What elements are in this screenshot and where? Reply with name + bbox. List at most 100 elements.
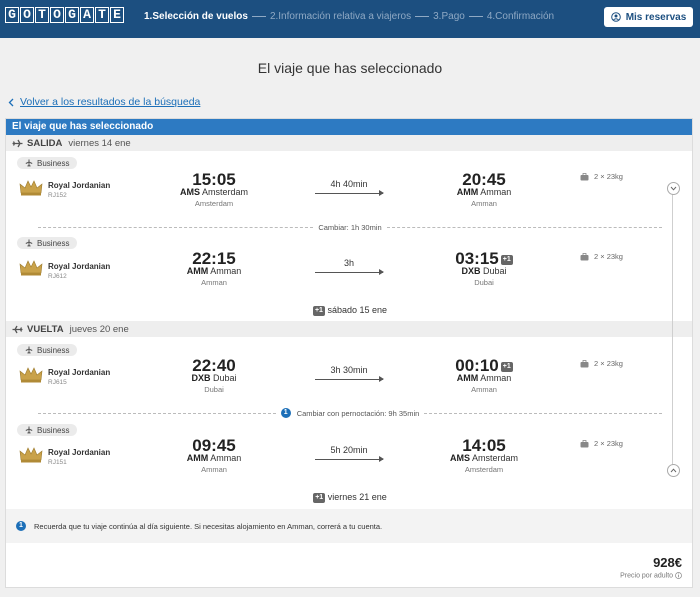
step-confirmation: 4.Confirmación — [486, 11, 555, 22]
departure-city: Amman — [201, 465, 227, 474]
logo-letter: T — [35, 7, 49, 23]
layover-text: Cambiar con pernoctación: 9h 35min — [296, 408, 420, 418]
divider-line — [38, 412, 276, 414]
flight-arrow — [315, 190, 384, 196]
airline-name: Royal Jordanian — [48, 181, 111, 190]
arrival-code: AMM — [456, 373, 479, 383]
my-bookings-button[interactable]: Mis reservas — [604, 7, 693, 27]
baggage-allowance: 2 × 23kg — [594, 359, 623, 368]
next-day-badge: +1 — [500, 361, 513, 372]
logo-letter: O — [20, 7, 34, 23]
my-bookings-label: Mis reservas — [625, 11, 687, 23]
logo-letter: A — [80, 7, 94, 23]
arrival-city: Amman — [471, 385, 497, 394]
arrival-city: Dubai — [474, 278, 494, 287]
suitcase-icon — [580, 439, 589, 447]
arrival-airport: AMM Amman — [424, 187, 544, 197]
arrival-date-text: sábado 15 ene — [327, 305, 388, 315]
departure-city: Dubai — [204, 385, 224, 394]
baggage-info: 2 × 23kg — [580, 439, 623, 448]
logo-letter: E — [110, 7, 124, 23]
arrival-code: AMS — [449, 453, 470, 463]
baggage-allowance: 2 × 23kg — [594, 252, 623, 261]
step-separator — [251, 16, 266, 17]
royal-jordanian-logo — [19, 367, 43, 383]
arrival-airport: AMS Amsterdam — [424, 453, 544, 463]
info-icon[interactable] — [675, 572, 682, 579]
flight-number: RJ151 — [48, 459, 67, 466]
step-separator — [415, 16, 430, 17]
flight-number: RJ612 — [48, 273, 67, 280]
flight-duration: 3h — [343, 258, 354, 268]
outbound-label: SALIDA — [27, 137, 63, 149]
baggage-allowance: 2 × 23kg — [594, 172, 623, 181]
next-day-badge: +1 — [313, 492, 326, 503]
baggage-info: 2 × 23kg — [580, 252, 623, 261]
departure-airport: AMM Amman — [154, 266, 274, 276]
page-title: El viaje que has seleccionado — [257, 60, 443, 76]
price-per-adult-label: Precio por adulto — [620, 572, 682, 579]
departure-airport: DXB Dubai — [154, 373, 274, 383]
baggage-allowance: 2 × 23kg — [594, 439, 623, 448]
next-day-badge: +1 — [312, 305, 325, 316]
scrollbar-track[interactable] — [672, 188, 673, 466]
flight-duration: 5h 20min — [330, 445, 368, 455]
flight-arrow — [315, 456, 384, 462]
plane-return-icon — [12, 325, 23, 333]
suitcase-icon — [580, 252, 589, 260]
departure-code: AMS — [179, 187, 200, 197]
baggage-info: 2 × 23kg — [580, 359, 623, 368]
step-flight-selection: 1.Selección de vuelos — [144, 11, 248, 22]
step-separator — [468, 16, 483, 17]
arrival-airport: AMM Amman — [424, 373, 544, 383]
top-bar: G O T O G A T E 1.Selección de vuelos 2.… — [0, 0, 700, 38]
flight-duration: 3h 30min — [330, 365, 368, 375]
divider-line — [386, 226, 662, 228]
royal-jordanian-logo — [19, 447, 43, 463]
divider-line — [424, 412, 663, 414]
logo-letter: G — [65, 7, 79, 23]
departure-city: Amman — [201, 278, 227, 287]
outbound-arrival-date: +1 sábado 15 ene — [6, 305, 692, 316]
arrival-airport-name: Dubai — [483, 266, 507, 276]
cabin-label: Business — [37, 425, 70, 435]
flight-number: RJ152 — [48, 192, 67, 199]
departure-airport: AMM Amman — [154, 453, 274, 463]
arrival-code: AMM — [456, 187, 479, 197]
chevron-left-icon — [8, 98, 14, 106]
next-day-badge: +1 — [500, 254, 513, 265]
plane-icon — [25, 346, 33, 354]
departure-airport-name: Amsterdam — [202, 187, 249, 197]
flight-duration: 4h 40min — [330, 179, 368, 189]
panel-title: El viaje que has seleccionado — [6, 119, 692, 135]
step-payment: 3.Pago — [433, 11, 465, 22]
selected-trip-panel: El viaje que has seleccionado SALIDA vie… — [5, 118, 693, 588]
cabin-badge: Business — [17, 424, 78, 436]
scroll-up-button[interactable] — [667, 464, 680, 477]
back-to-results-link[interactable]: Volver a los resultados de la búsqueda — [8, 96, 200, 108]
return-label: VUELTA — [27, 323, 64, 335]
airline-name: Royal Jordanian — [48, 368, 111, 377]
plane-icon — [25, 239, 33, 247]
info-number-icon: 1 — [16, 521, 26, 531]
return-header: VUELTA jueves 20 ene — [6, 321, 692, 337]
cabin-badge: Business — [17, 157, 78, 169]
step-traveller-info: 2.Información relativa a viajeros — [269, 11, 412, 22]
divider-line — [38, 226, 314, 228]
departure-code: DXB — [191, 373, 211, 383]
chevron-down-icon — [670, 186, 677, 191]
plane-departure-icon — [12, 139, 23, 147]
flight-number: RJ615 — [48, 379, 67, 386]
logo-letter: T — [95, 7, 109, 23]
back-link-label: Volver a los resultados de la búsqueda — [20, 96, 201, 108]
royal-jordanian-logo — [19, 260, 43, 276]
plane-icon — [25, 159, 33, 167]
gotogate-logo[interactable]: G O T O G A T E — [5, 7, 125, 23]
outbound-header: SALIDA viernes 14 ene — [6, 135, 692, 151]
arrival-code: DXB — [461, 266, 481, 276]
cabin-badge: Business — [17, 344, 78, 356]
departure-code: AMM — [186, 453, 209, 463]
scroll-down-button[interactable] — [667, 182, 680, 195]
outbound-date: viernes 14 ene — [68, 137, 131, 149]
departure-airport-name: Amman — [210, 266, 242, 276]
